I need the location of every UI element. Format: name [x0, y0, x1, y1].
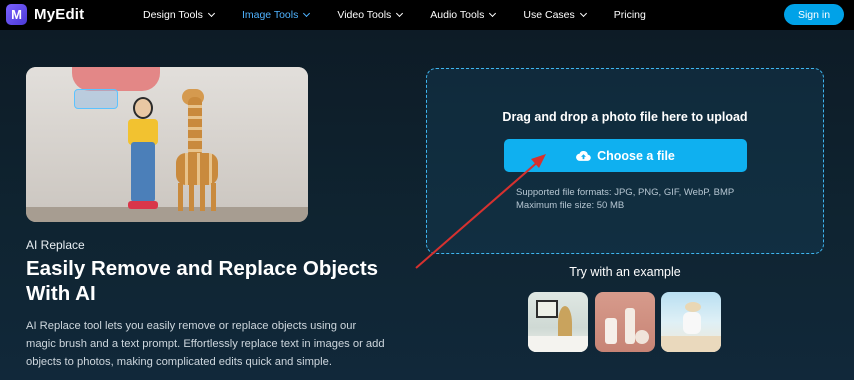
upload-dropzone[interactable]: Drag and drop a photo file here to uploa… [426, 68, 824, 254]
nav-item-label: Design Tools [143, 9, 203, 21]
hero-wall [26, 67, 308, 207]
child-overalls [131, 142, 155, 202]
child-head [133, 97, 153, 119]
nav-video-tools[interactable]: Video Tools [337, 9, 404, 21]
hat-shape [685, 302, 701, 312]
nav-item-label: Use Cases [523, 9, 575, 21]
nav-pricing[interactable]: Pricing [614, 9, 646, 21]
person-shape [683, 312, 701, 334]
nav-audio-tools[interactable]: Audio Tools [430, 9, 497, 21]
tool-description: AI Replace tool lets you easily remove o… [26, 320, 385, 368]
brand-name: MyEdit [34, 6, 85, 23]
choose-file-label: Choose a file [597, 148, 675, 163]
logo[interactable]: M MyEdit [6, 4, 84, 25]
sign-in-button[interactable]: Sign in [784, 4, 844, 25]
nav-item-label: Video Tools [337, 9, 392, 21]
nav-item-label: Pricing [613, 9, 646, 21]
selection-box [74, 89, 118, 109]
nav-use-cases[interactable]: Use Cases [523, 9, 587, 21]
example-thumbnail-cosmetics[interactable] [595, 292, 655, 352]
choose-file-button[interactable]: Choose a file [504, 139, 747, 172]
nav-item-label: Audio Tools [430, 9, 485, 21]
examples-title: Try with an example [569, 265, 681, 279]
chevron-down-icon [303, 9, 311, 18]
chevron-down-icon [579, 9, 587, 18]
nav-design-tools[interactable]: Design Tools [143, 9, 215, 21]
max-size-text: Maximum file size: 50 MB [516, 200, 625, 211]
nav-menu: Design Tools Image Tools Video Tools Aud… [143, 0, 674, 30]
supported-formats-text: Supported file formats: JPG, PNG, GIF, W… [516, 187, 735, 198]
brush-mask-highlight [72, 67, 160, 91]
myedit-logo-icon: M [6, 4, 27, 25]
chevron-down-icon [207, 9, 215, 18]
hero-floor [26, 207, 308, 222]
page-title: Easily Remove and Replace Objects With A… [26, 257, 379, 305]
jar-shape [635, 330, 649, 344]
cloud-upload-icon [576, 150, 591, 161]
bottle-shape [625, 308, 635, 344]
nav-image-tools[interactable]: Image Tools [241, 9, 311, 21]
dried-plant-shape [558, 306, 572, 340]
dropzone-title: Drag and drop a photo file here to uploa… [502, 110, 748, 124]
top-nav: M MyEdit Design Tools Image Tools Video … [0, 0, 854, 30]
hero-image [26, 67, 308, 222]
giraffe-body [176, 153, 218, 185]
child-shoes [128, 201, 158, 209]
chevron-down-icon [396, 9, 404, 18]
sand-shape [661, 336, 721, 352]
child-figure [128, 97, 158, 212]
nav-item-label: Image Tools [241, 9, 299, 21]
frame-shape [536, 300, 558, 318]
giraffe-legs [178, 183, 216, 211]
bottle-shape [605, 318, 617, 344]
example-thumbnail-beach[interactable] [661, 292, 721, 352]
giraffe-neck [188, 97, 202, 157]
file-requirements: Supported file formats: JPG, PNG, GIF, W… [516, 186, 734, 212]
tool-eyebrow: AI Replace [26, 238, 85, 252]
table-shape [528, 336, 588, 352]
example-thumbnail-vase[interactable] [528, 292, 588, 352]
chevron-down-icon [489, 9, 497, 18]
